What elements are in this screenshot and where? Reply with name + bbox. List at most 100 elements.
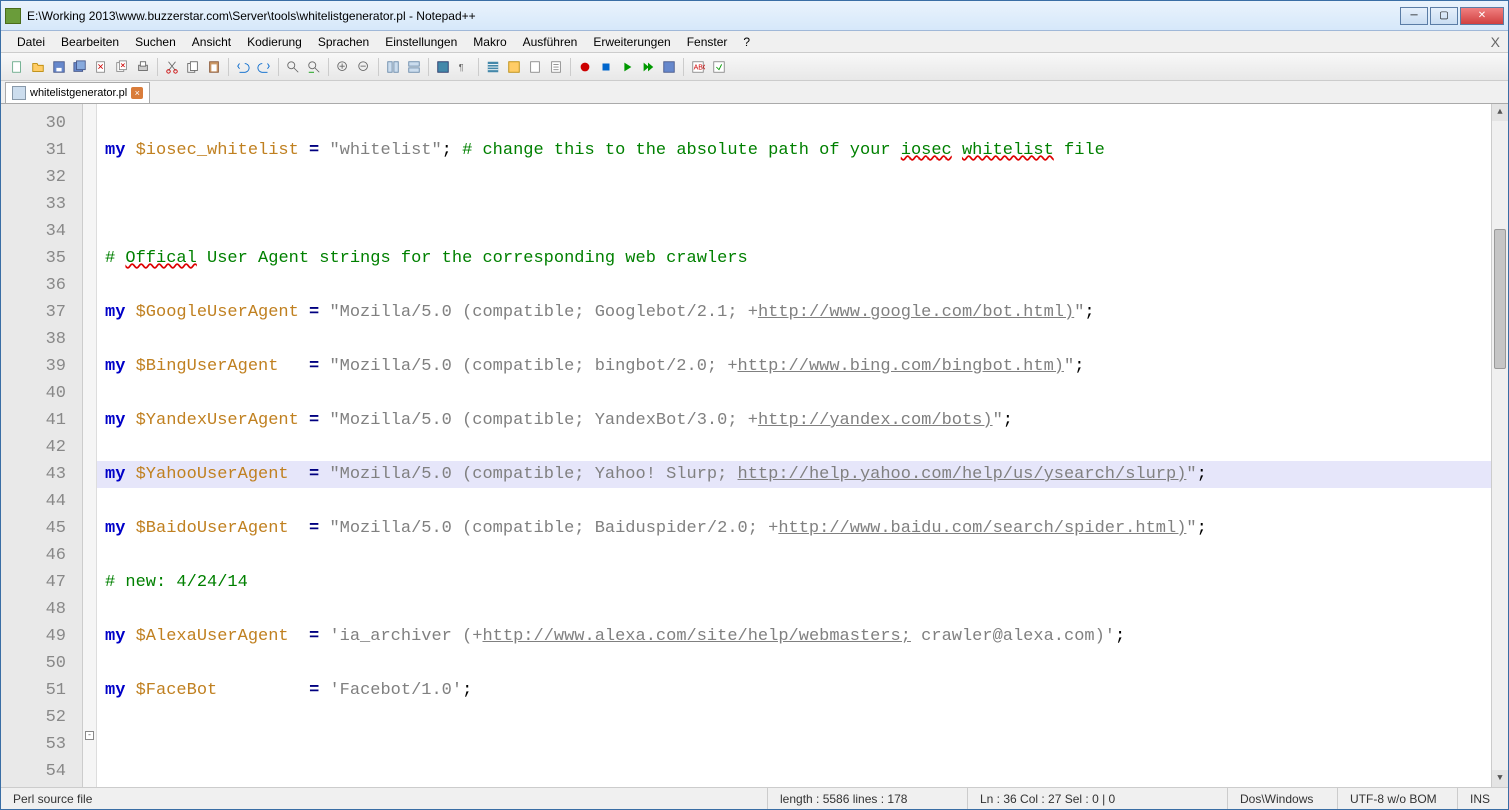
status-position: Ln : 36 Col : 27 Sel : 0 | 0 [968, 788, 1228, 809]
line-number: 37 [7, 299, 66, 326]
show-all-chars-icon[interactable]: ¶ [454, 57, 474, 77]
line-number: 32 [7, 164, 66, 191]
line-number: 51 [7, 677, 66, 704]
doc-map-icon[interactable] [525, 57, 545, 77]
line-number-gutter: 3031323334353637383940414243444546474849… [1, 104, 83, 787]
macro-play-icon[interactable] [617, 57, 637, 77]
zoom-out-icon[interactable] [354, 57, 374, 77]
close-file-icon[interactable] [91, 57, 111, 77]
save-all-icon[interactable] [70, 57, 90, 77]
line-number: 48 [7, 596, 66, 623]
line-number: 39 [7, 353, 66, 380]
menu-help[interactable]: ? [735, 32, 758, 52]
line-number: 50 [7, 650, 66, 677]
redo-icon[interactable] [254, 57, 274, 77]
menu-erweiterungen[interactable]: Erweiterungen [585, 32, 678, 52]
line-number: 54 [7, 758, 66, 785]
close-button[interactable]: ✕ [1460, 7, 1504, 25]
window-controls: ─ ▢ ✕ [1400, 7, 1504, 25]
fold-toggle-icon[interactable]: - [85, 731, 94, 740]
status-encoding: UTF-8 w/o BOM [1338, 788, 1458, 809]
line-number: 30 [7, 110, 66, 137]
titlebar[interactable]: E:\Working 2013\www.buzzerstar.com\Serve… [1, 1, 1508, 31]
svg-text:¶: ¶ [459, 62, 464, 72]
menu-ansicht[interactable]: Ansicht [184, 32, 239, 52]
editor[interactable]: 3031323334353637383940414243444546474849… [1, 104, 1508, 787]
file-type-icon [12, 86, 26, 100]
menu-fenster[interactable]: Fenster [679, 32, 736, 52]
replace-icon[interactable] [304, 57, 324, 77]
menu-suchen[interactable]: Suchen [127, 32, 184, 52]
menu-datei[interactable]: Datei [9, 32, 53, 52]
new-file-icon[interactable] [7, 57, 27, 77]
open-file-icon[interactable] [28, 57, 48, 77]
wordwrap-icon[interactable] [433, 57, 453, 77]
line-number: 52 [7, 704, 66, 731]
statusbar: Perl source file length : 5586 lines : 1… [1, 787, 1508, 809]
print-icon[interactable] [133, 57, 153, 77]
line-number: 36 [7, 272, 66, 299]
save-icon[interactable] [49, 57, 69, 77]
line-number: 34 [7, 218, 66, 245]
func-list-icon[interactable] [546, 57, 566, 77]
line-number: 46 [7, 542, 66, 569]
line-number: 47 [7, 569, 66, 596]
tab-label: whitelistgenerator.pl [30, 87, 127, 99]
menu-einstellungen[interactable]: Einstellungen [377, 32, 465, 52]
sync-h-icon[interactable] [404, 57, 424, 77]
menubar: Datei Bearbeiten Suchen Ansicht Kodierun… [1, 31, 1508, 53]
file-tab[interactable]: whitelistgenerator.pl × [5, 82, 150, 103]
indent-guide-icon[interactable] [483, 57, 503, 77]
line-number: 40 [7, 380, 66, 407]
minimize-button[interactable]: ─ [1400, 7, 1428, 25]
macro-stop-icon[interactable] [596, 57, 616, 77]
line-number: 45 [7, 515, 66, 542]
status-eol: Dos\Windows [1228, 788, 1338, 809]
zoom-in-icon[interactable] [333, 57, 353, 77]
cut-icon[interactable] [162, 57, 182, 77]
menu-bearbeiten[interactable]: Bearbeiten [53, 32, 127, 52]
scrollbar-thumb[interactable] [1494, 229, 1506, 369]
fold-margin[interactable]: - [83, 104, 97, 787]
app-window: E:\Working 2013\www.buzzerstar.com\Serve… [0, 0, 1509, 810]
menu-ausfuehren[interactable]: Ausführen [515, 32, 586, 52]
user-lang-icon[interactable] [504, 57, 524, 77]
app-icon [5, 8, 21, 24]
line-number: 42 [7, 434, 66, 461]
scroll-up-icon[interactable]: ▲ [1492, 104, 1508, 121]
undo-icon[interactable] [233, 57, 253, 77]
code-area[interactable]: my $iosec_whitelist = "whitelist"; # cha… [97, 104, 1508, 787]
status-overwrite: INS [1458, 788, 1508, 809]
macro-play-multi-icon[interactable] [638, 57, 658, 77]
maximize-button[interactable]: ▢ [1430, 7, 1458, 25]
toolbar: ¶ ABC [1, 53, 1508, 81]
find-icon[interactable] [283, 57, 303, 77]
menubar-close-icon[interactable]: X [1491, 34, 1500, 50]
line-number: 41 [7, 407, 66, 434]
menu-makro[interactable]: Makro [465, 32, 514, 52]
close-all-icon[interactable] [112, 57, 132, 77]
status-language: Perl source file [1, 788, 768, 809]
line-number: 33 [7, 191, 66, 218]
menu-sprachen[interactable]: Sprachen [310, 32, 377, 52]
sync-v-icon[interactable] [383, 57, 403, 77]
spellcheck-next-icon[interactable] [709, 57, 729, 77]
line-number: 43 [7, 461, 66, 488]
paste-icon[interactable] [204, 57, 224, 77]
line-number: 49 [7, 623, 66, 650]
tabbar: whitelistgenerator.pl × [1, 81, 1508, 104]
menu-kodierung[interactable]: Kodierung [239, 32, 310, 52]
spellcheck-icon[interactable]: ABC [688, 57, 708, 77]
svg-text:ABC: ABC [694, 64, 705, 71]
macro-save-icon[interactable] [659, 57, 679, 77]
line-number: 44 [7, 488, 66, 515]
macro-record-icon[interactable] [575, 57, 595, 77]
scroll-down-icon[interactable]: ▼ [1492, 770, 1508, 787]
line-number: 31 [7, 137, 66, 164]
window-title: E:\Working 2013\www.buzzerstar.com\Serve… [27, 9, 1400, 23]
line-number: 38 [7, 326, 66, 353]
vertical-scrollbar[interactable]: ▲ ▼ [1491, 104, 1508, 787]
tab-close-icon[interactable]: × [131, 87, 143, 99]
line-number: 35 [7, 245, 66, 272]
copy-icon[interactable] [183, 57, 203, 77]
